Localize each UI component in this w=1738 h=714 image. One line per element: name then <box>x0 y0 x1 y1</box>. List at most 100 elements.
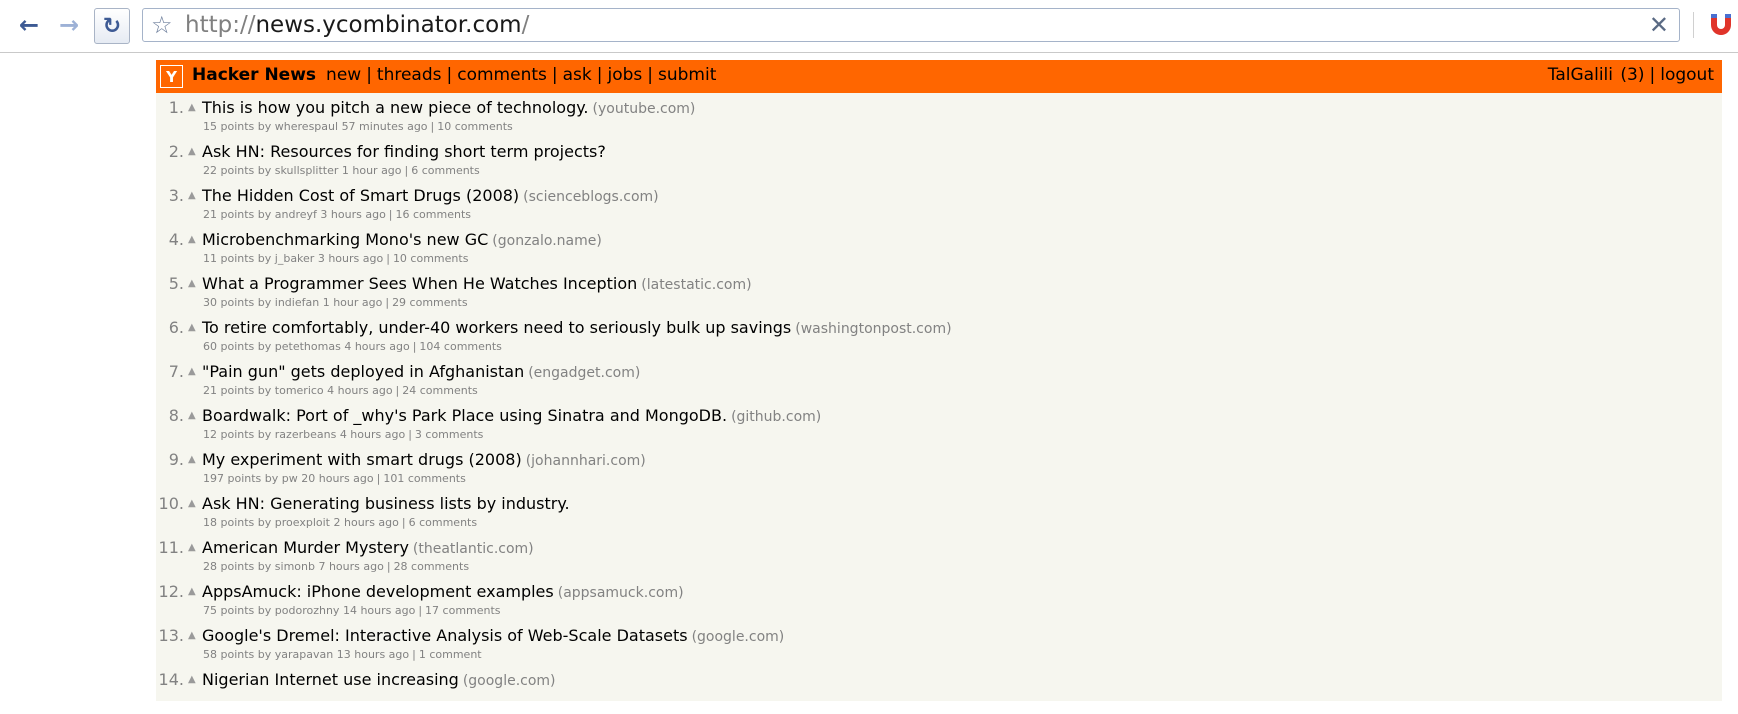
story-comments-link[interactable]: 104 comments <box>419 340 501 353</box>
upvote-arrow-icon[interactable]: ▲ <box>188 234 196 245</box>
forward-arrow-icon[interactable]: → <box>50 8 88 42</box>
story-comments-link[interactable]: 1 comment <box>419 648 482 661</box>
story-comments-link[interactable]: 24 comments <box>402 384 478 397</box>
story-user-link[interactable]: simonb <box>275 560 315 573</box>
story-comments-link[interactable]: 101 comments <box>383 472 465 485</box>
upvote-arrow-icon[interactable]: ▲ <box>188 454 196 465</box>
upvote-arrow-icon[interactable]: ▲ <box>188 278 196 289</box>
reload-icon[interactable]: ↻ <box>94 8 130 44</box>
story-comments-link[interactable]: 3 comments <box>415 428 484 441</box>
close-icon[interactable]: ✕ <box>1649 11 1669 39</box>
story-title-link[interactable]: Google's Dremel: Interactive Analysis of… <box>202 626 688 645</box>
story-title-link[interactable]: American Murder Mystery <box>202 538 409 557</box>
nav-ask[interactable]: ask <box>563 65 592 85</box>
story-age[interactable]: 4 hours ago <box>327 384 392 397</box>
story-title-link[interactable]: To retire comfortably, under-40 workers … <box>202 318 791 337</box>
story-user-link[interactable]: proexploit <box>275 516 330 529</box>
nav-submit[interactable]: submit <box>658 65 716 85</box>
story-title-link[interactable]: My experiment with smart drugs (2008) <box>202 450 522 469</box>
logout-link[interactable]: logout <box>1660 65 1714 85</box>
story-title-link[interactable]: The Hidden Cost of Smart Drugs (2008) <box>202 186 519 205</box>
story-user-link[interactable]: podorozhny <box>275 604 340 617</box>
story-age[interactable]: 4 hours ago <box>340 428 405 441</box>
story-user-link[interactable]: pw <box>282 472 298 485</box>
story-title-link[interactable]: What a Programmer Sees When He Watches I… <box>202 274 637 293</box>
story-subtext: 12 points by razerbeans 4 hours ago | 3 co… <box>203 428 483 441</box>
story-user-link[interactable]: razerbeans <box>275 428 337 441</box>
nav-separator: | <box>647 65 653 85</box>
nav-separator: | <box>446 65 453 85</box>
upvote-arrow-icon[interactable]: ▲ <box>188 322 196 333</box>
story-age[interactable]: 57 minutes ago <box>342 120 428 133</box>
story-comments-link[interactable]: 17 comments <box>425 604 501 617</box>
story-title-line: Microbenchmarking Mono's new GC (gonzalo.… <box>202 230 602 249</box>
upvote-arrow-icon[interactable]: ▲ <box>188 366 196 377</box>
upvote-arrow-icon[interactable]: ▲ <box>188 146 196 157</box>
story-user-link[interactable]: indiefan <box>275 296 319 309</box>
story-comments-link[interactable]: 29 comments <box>392 296 468 309</box>
story-age[interactable]: 1 hour ago <box>323 296 383 309</box>
story-user-link[interactable]: wherespaul <box>275 120 338 133</box>
story-comments-link[interactable]: 10 comments <box>437 120 513 133</box>
story-age[interactable]: 4 hours ago <box>344 340 409 353</box>
story-age[interactable]: 3 hours ago <box>320 208 385 221</box>
nav-new[interactable]: new <box>326 65 361 85</box>
magnet-icon[interactable] <box>1708 10 1734 40</box>
nav-comments[interactable]: comments <box>457 65 547 85</box>
story-title-link[interactable]: Ask HN: Resources for finding short term… <box>202 142 606 161</box>
username-link[interactable]: TalGalili <box>1548 65 1613 85</box>
story-comments-link[interactable]: 6 comments <box>411 164 480 177</box>
story-row: 7. ▲ "Pain gun" gets deployed in Afghani… <box>156 362 1722 406</box>
story-title-link[interactable]: Microbenchmarking Mono's new GC <box>202 230 488 249</box>
url-text[interactable]: http://news.ycombinator.com/ <box>185 12 529 38</box>
upvote-arrow-icon[interactable]: ▲ <box>188 542 196 553</box>
story-title-link[interactable]: Boardwalk: Port of _why's Park Place usi… <box>202 406 727 425</box>
story-points: 21 points <box>203 208 255 221</box>
story-title-link[interactable]: "Pain gun" gets deployed in Afghanistan <box>202 362 524 381</box>
star-icon[interactable]: ☆ <box>151 11 173 39</box>
story-user-link[interactable]: andreyf <box>275 208 317 221</box>
story-comments-link[interactable]: 16 comments <box>396 208 472 221</box>
y-logo[interactable]: Y <box>160 65 183 88</box>
subtext-separator: | <box>412 648 416 661</box>
story-age[interactable]: 3 hours ago <box>318 252 383 265</box>
story-age[interactable]: 20 hours ago <box>301 472 373 485</box>
story-comments-link[interactable]: 6 comments <box>409 516 478 529</box>
address-bar[interactable]: ☆ http://news.ycombinator.com/ ✕ <box>142 8 1680 42</box>
story-comments-link[interactable]: 10 comments <box>393 252 469 265</box>
story-points: 22 points <box>203 164 255 177</box>
story-user-link[interactable]: tomerico <box>275 384 324 397</box>
nav-separator: | <box>551 65 558 85</box>
story-title-link[interactable]: This is how you pitch a new piece of tec… <box>202 98 589 117</box>
upvote-arrow-icon[interactable]: ▲ <box>188 102 196 113</box>
back-arrow-icon[interactable]: ← <box>10 8 48 42</box>
upvote-arrow-icon[interactable]: ▲ <box>188 630 196 641</box>
story-title-line: AppsAmuck: iPhone development examples (a… <box>202 582 684 601</box>
story-title-link[interactable]: Nigerian Internet use increasing <box>202 670 459 689</box>
story-age[interactable]: 14 hours ago <box>343 604 415 617</box>
subtext-separator: | <box>388 208 393 221</box>
story-age[interactable]: 13 hours ago <box>337 648 409 661</box>
story-user-link[interactable]: yarapavan <box>275 648 333 661</box>
story-age[interactable]: 2 hours ago <box>334 516 399 529</box>
story-user-link[interactable]: petethomas <box>275 340 341 353</box>
site-title[interactable]: Hacker News <box>192 65 316 85</box>
story-age[interactable]: 1 hour ago <box>342 164 402 177</box>
upvote-arrow-icon[interactable]: ▲ <box>188 586 196 597</box>
story-subtext: 60 points by petethomas 4 hours ago | 104 … <box>203 340 502 353</box>
story-title-line: Ask HN: Resources for finding short term… <box>202 142 610 161</box>
story-title-link[interactable]: Ask HN: Generating business lists by ind… <box>202 494 570 513</box>
story-comments-link[interactable]: 28 comments <box>394 560 470 573</box>
upvote-arrow-icon[interactable]: ▲ <box>188 190 196 201</box>
story-user-link[interactable]: skullsplitter <box>275 164 339 177</box>
url-path: / <box>521 12 530 38</box>
upvote-arrow-icon[interactable]: ▲ <box>188 674 196 685</box>
upvote-arrow-icon[interactable]: ▲ <box>188 498 196 509</box>
story-title-link[interactable]: AppsAmuck: iPhone development examples <box>202 582 554 601</box>
upvote-arrow-icon[interactable]: ▲ <box>188 410 196 421</box>
story-user-link[interactable]: j_baker <box>275 252 315 265</box>
nav-threads[interactable]: threads <box>377 65 442 85</box>
story-age[interactable]: 7 hours ago <box>318 560 383 573</box>
story-row: 6. ▲ To retire comfortably, under-40 wor… <box>156 318 1722 362</box>
nav-jobs[interactable]: jobs <box>607 65 642 85</box>
